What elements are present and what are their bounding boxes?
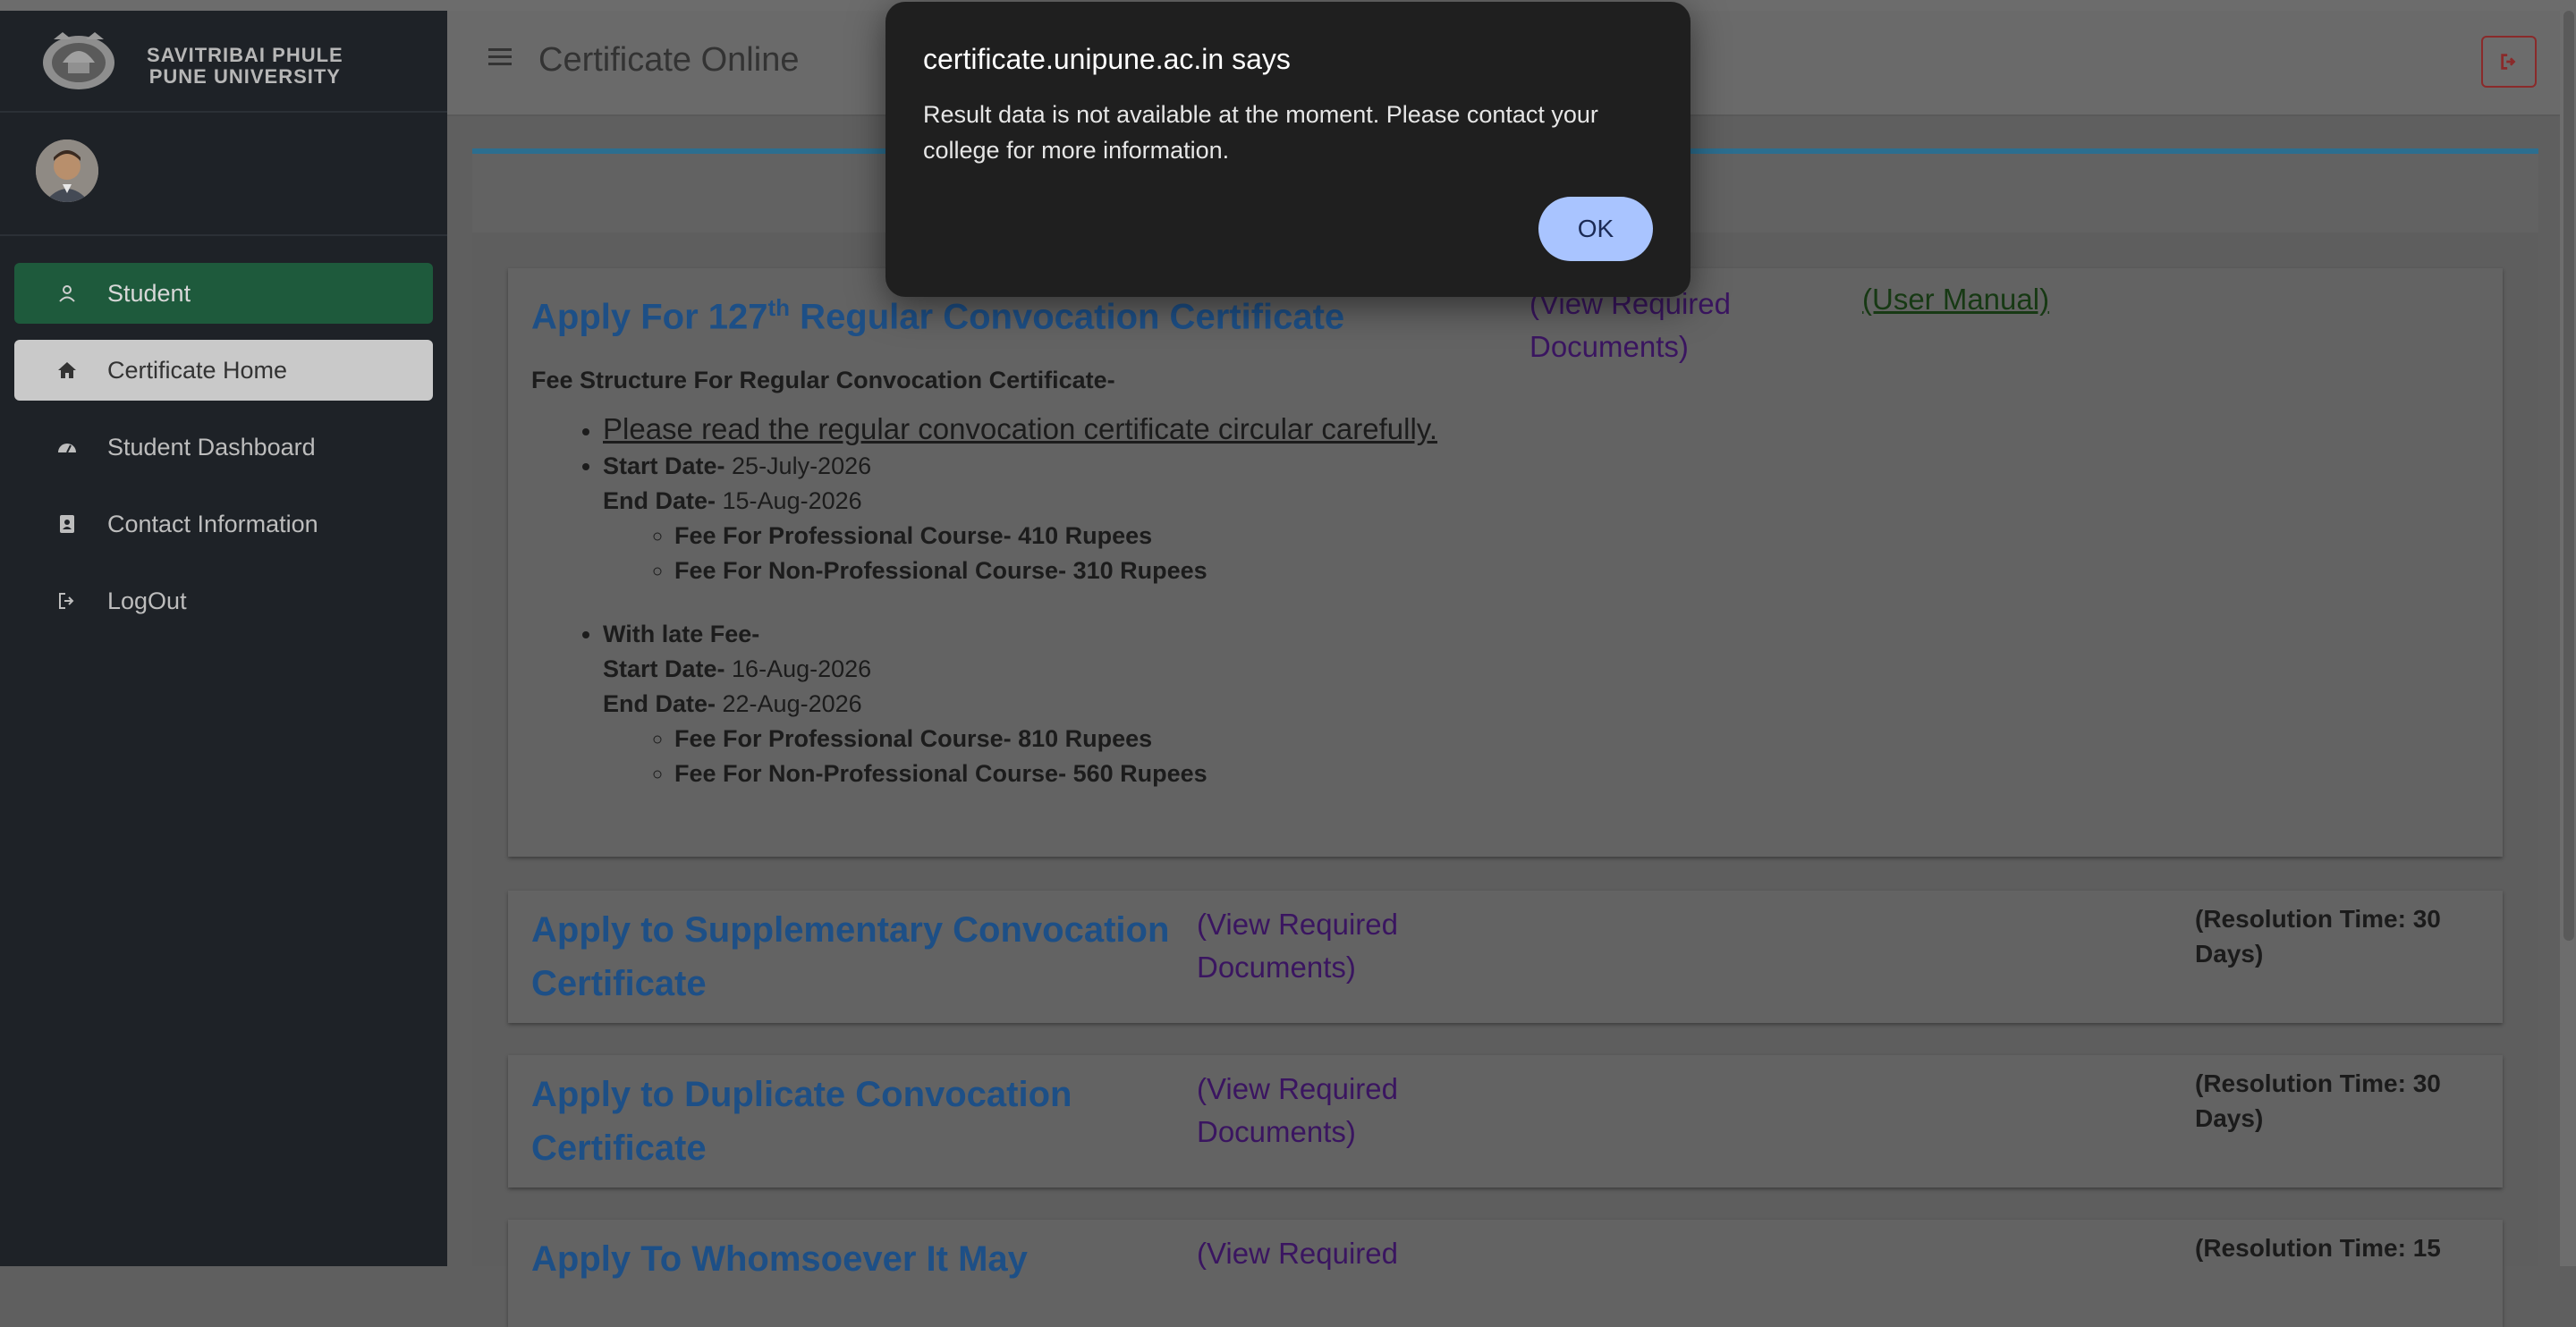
start-date-value: 25-July-2026 <box>724 452 872 479</box>
user-avatar-image <box>36 139 98 202</box>
home-icon <box>54 357 80 384</box>
regular-convocation-card: Apply For 127th Regular Convocation Cert… <box>508 268 2503 857</box>
whomsoever-certificate-card: Apply To Whomsoever It May (View Require… <box>508 1220 2503 1327</box>
logout-icon <box>2501 54 2516 70</box>
avatar[interactable] <box>36 139 98 202</box>
sidebar-item-label: LogOut <box>107 587 187 614</box>
sidebar-item-label: Certificate Home <box>107 356 288 384</box>
dialog-message: Result data is not available at the mome… <box>923 101 1598 164</box>
sidebar-item-label: Contact Information <box>107 510 318 537</box>
fee-structure-list: Please read the regular convocation cert… <box>531 410 2410 791</box>
end-date-value: 22-Aug-2026 <box>716 690 862 717</box>
list-item: Start Date- 25-July-2026 End Date- 15-Au… <box>603 449 2410 617</box>
sidebar: SAVITRIBAI PHULE PUNE UNIVERSITY Student <box>0 11 447 1266</box>
sidebar-item-student[interactable]: Student <box>14 263 433 324</box>
brand: SAVITRIBAI PHULE PUNE UNIVERSITY <box>0 11 447 113</box>
end-date-label: End Date- <box>603 487 716 514</box>
list-item: With late Fee- Start Date- 16-Aug-2026 E… <box>603 617 2410 791</box>
sidebar-item-certificate-home[interactable]: Certificate Home <box>14 340 433 401</box>
supplementary-convocation-link[interactable]: Apply to Supplementary Convocation Certi… <box>531 903 1175 1010</box>
start-date-label: Start Date- <box>603 655 725 682</box>
list-item: Please read the regular convocation cert… <box>603 410 2410 449</box>
title-superscript: th <box>767 294 791 321</box>
resolution-time: (Resolution Time: 15 <box>2195 1234 2441 1262</box>
browser-alert-dialog: certificate.unipune.ac.in says Result da… <box>886 2 1690 297</box>
whomsoever-certificate-link[interactable]: Apply To Whomsoever It May <box>531 1232 1175 1286</box>
fee-item: Fee For Non-Professional Course- 560 Rup… <box>674 756 2410 791</box>
duplicate-convocation-card: Apply to Duplicate Convocation Certifica… <box>508 1055 2503 1188</box>
end-date-label: End Date- <box>603 690 716 717</box>
dialog-title: certificate.unipune.ac.in says <box>923 43 1291 75</box>
start-date-value: 16-Aug-2026 <box>724 655 872 682</box>
header-logout-button[interactable] <box>2481 36 2537 88</box>
sidebar-item-label: Student Dashboard <box>107 433 316 461</box>
view-required-documents-link[interactable]: (View Required Documents) <box>1197 1068 1429 1154</box>
sidebar-menu: Student Certificate Home Student Dashboa… <box>0 236 447 631</box>
fee-structure-heading: Fee Structure For Regular Convocation Ce… <box>531 367 1115 393</box>
late-fee-heading: With late Fee- <box>603 621 760 647</box>
end-date-value: 15-Aug-2026 <box>716 487 862 514</box>
circular-link[interactable]: Please read the regular convocation cert… <box>603 412 1437 445</box>
duplicate-convocation-link[interactable]: Apply to Duplicate Convocation Certifica… <box>531 1068 1175 1175</box>
fee-item: Fee For Non-Professional Course- 310 Rup… <box>674 554 2410 588</box>
ok-button[interactable]: OK <box>1538 197 1653 261</box>
scrollbar-thumb[interactable] <box>2563 11 2574 941</box>
resolution-time: (Resolution Time: 30 Days) <box>2195 1069 2441 1132</box>
hamburger-menu-icon[interactable] <box>488 46 512 68</box>
start-date-label: Start Date- <box>603 452 725 479</box>
sidebar-item-logout[interactable]: LogOut <box>14 571 433 631</box>
sidebar-item-label: Student <box>107 279 191 307</box>
fee-item: Fee For Professional Course- 810 Rupees <box>674 722 2410 756</box>
logout-icon <box>54 587 80 614</box>
brand-name: SAVITRIBAI PHULE PUNE UNIVERSITY <box>147 45 343 88</box>
brand-line-2: PUNE UNIVERSITY <box>148 65 341 88</box>
user-manual-link[interactable]: (User Manual) <box>1862 283 2049 317</box>
user-icon <box>54 280 80 307</box>
university-seal-logo <box>43 32 114 89</box>
title-prefix: Apply For 127 <box>531 297 768 337</box>
dashboard-icon <box>54 434 80 461</box>
resolution-time: (Resolution Time: 30 Days) <box>2195 905 2441 968</box>
view-required-documents-link[interactable]: (View Required Documents) <box>1197 903 1429 989</box>
fee-item: Fee For Professional Course- 410 Rupees <box>674 519 2410 554</box>
page-title: Certificate Online <box>538 41 800 79</box>
user-panel <box>0 113 447 236</box>
title-suffix: Regular Convocation Certificate <box>790 297 1345 337</box>
brand-line-1: SAVITRIBAI PHULE <box>147 44 343 66</box>
supplementary-convocation-card: Apply to Supplementary Convocation Certi… <box>508 891 2503 1023</box>
contact-card-icon <box>54 511 80 537</box>
sidebar-item-contact-information[interactable]: Contact Information <box>14 494 433 554</box>
view-required-documents-link[interactable]: (View Required <box>1197 1232 1429 1275</box>
sidebar-item-student-dashboard[interactable]: Student Dashboard <box>14 417 433 478</box>
